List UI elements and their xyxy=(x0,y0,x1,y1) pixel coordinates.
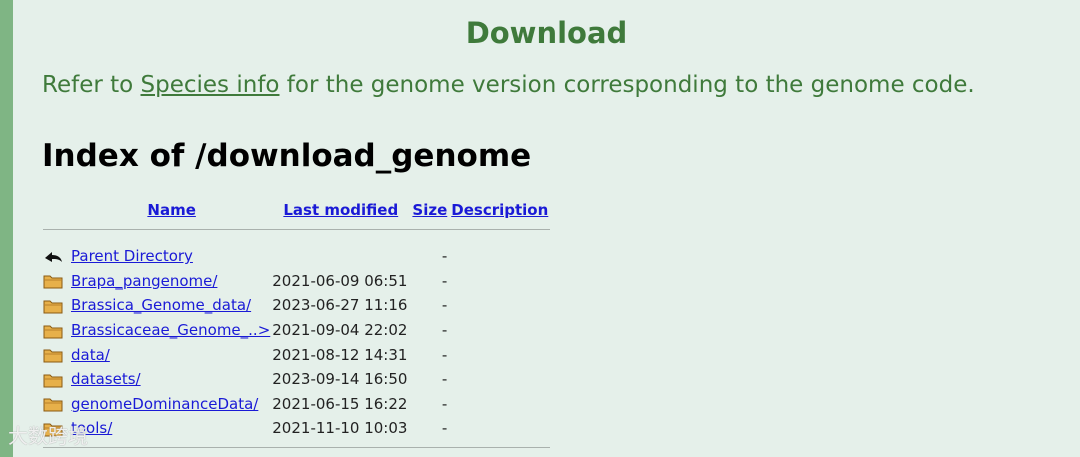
directory-listing: Name Last modified Size Description Pare… xyxy=(43,198,551,455)
header-separator-row xyxy=(43,222,551,236)
folder-link[interactable]: genomeDominanceData/ xyxy=(71,395,258,413)
folder-icon xyxy=(43,347,63,363)
folder-link[interactable]: Brassicaceae_Genome_..> xyxy=(71,321,270,339)
folder-link[interactable]: datasets/ xyxy=(71,370,141,388)
header-description: Description xyxy=(449,198,550,222)
header-size: Size xyxy=(409,198,449,222)
header-last-modified: Last modified xyxy=(272,198,409,222)
table-row: genomeDominanceData/2021-06-15 16:22 - xyxy=(43,392,550,417)
last-modified-value: 2023-09-14 16:50 xyxy=(272,370,408,389)
folder-link[interactable]: Brassica_Genome_data/ xyxy=(71,296,251,314)
folder-link[interactable]: Brapa_pangenome/ xyxy=(71,272,217,290)
last-modified-value: 2021-09-04 22:02 xyxy=(272,321,408,340)
index-heading: Index of /download_genome xyxy=(42,138,532,174)
footer-separator xyxy=(43,447,551,449)
folder-icon xyxy=(43,298,63,314)
parent-directory-row: Parent Directory - xyxy=(43,244,550,269)
description-value xyxy=(449,392,550,417)
refer-suffix: for the genome version corresponding to … xyxy=(279,72,975,98)
header-separator xyxy=(43,228,551,230)
last-modified-value: 2021-08-12 14:31 xyxy=(272,345,408,364)
last-modified-value: 2021-06-09 06:51 xyxy=(272,271,408,290)
left-accent-bar xyxy=(0,0,13,457)
sort-by-date-link[interactable]: Last modified xyxy=(283,201,398,219)
size-value: - xyxy=(441,247,448,266)
footer-separator-row xyxy=(43,441,551,455)
size-value: - xyxy=(441,321,448,340)
description-value xyxy=(449,318,550,343)
size-value: - xyxy=(441,345,448,364)
last-modified-value: 2021-06-15 16:22 xyxy=(272,394,408,413)
table-row: tools/2021-11-10 10:03- xyxy=(43,416,550,441)
size-value: - xyxy=(441,419,448,438)
back-arrow-icon xyxy=(43,249,63,265)
description-value xyxy=(449,269,550,294)
description-value xyxy=(449,367,550,392)
folder-icon xyxy=(43,372,63,388)
header-row: Name Last modified Size Description xyxy=(43,198,550,222)
table-row: data/2021-08-12 14:31 - xyxy=(43,342,550,367)
sort-by-size-link[interactable]: Size xyxy=(412,201,447,219)
description-value xyxy=(449,416,550,441)
sort-by-description-link[interactable]: Description xyxy=(451,201,548,219)
folder-icon xyxy=(43,323,63,339)
sort-by-name-link[interactable]: Name xyxy=(147,201,195,219)
folder-icon xyxy=(43,396,63,412)
table-row: Brassica_Genome_data/2023-06-27 11:16 - xyxy=(43,293,550,318)
header-name: Name xyxy=(71,198,272,222)
description-value xyxy=(449,293,550,318)
table-row: Brapa_pangenome/2021-06-09 06:51 - xyxy=(43,269,550,294)
species-info-link[interactable]: Species info xyxy=(141,72,280,98)
last-modified-value: 2021-11-10 10:03 xyxy=(272,419,408,438)
refer-prefix: Refer to xyxy=(42,72,141,98)
last-modified-value: 2023-06-27 11:16 xyxy=(272,296,408,315)
folder-icon xyxy=(43,273,63,289)
refer-text: Refer to Species info for the genome ver… xyxy=(42,72,975,98)
description-value xyxy=(449,342,550,367)
watermark-text: 大数跨境 xyxy=(8,424,88,448)
parent-directory-link[interactable]: Parent Directory xyxy=(71,247,193,265)
size-value: - xyxy=(441,271,448,290)
size-value: - xyxy=(441,394,448,413)
page-title: Download xyxy=(465,16,628,50)
size-value: - xyxy=(441,296,448,315)
size-value: - xyxy=(441,370,448,389)
table-row: Brassicaceae_Genome_..> 2021-09-04 22:02 - xyxy=(43,318,550,343)
header-icon-cell xyxy=(43,198,71,222)
table-row: datasets/2023-09-14 16:50 - xyxy=(43,367,550,392)
folder-link[interactable]: data/ xyxy=(71,346,110,364)
